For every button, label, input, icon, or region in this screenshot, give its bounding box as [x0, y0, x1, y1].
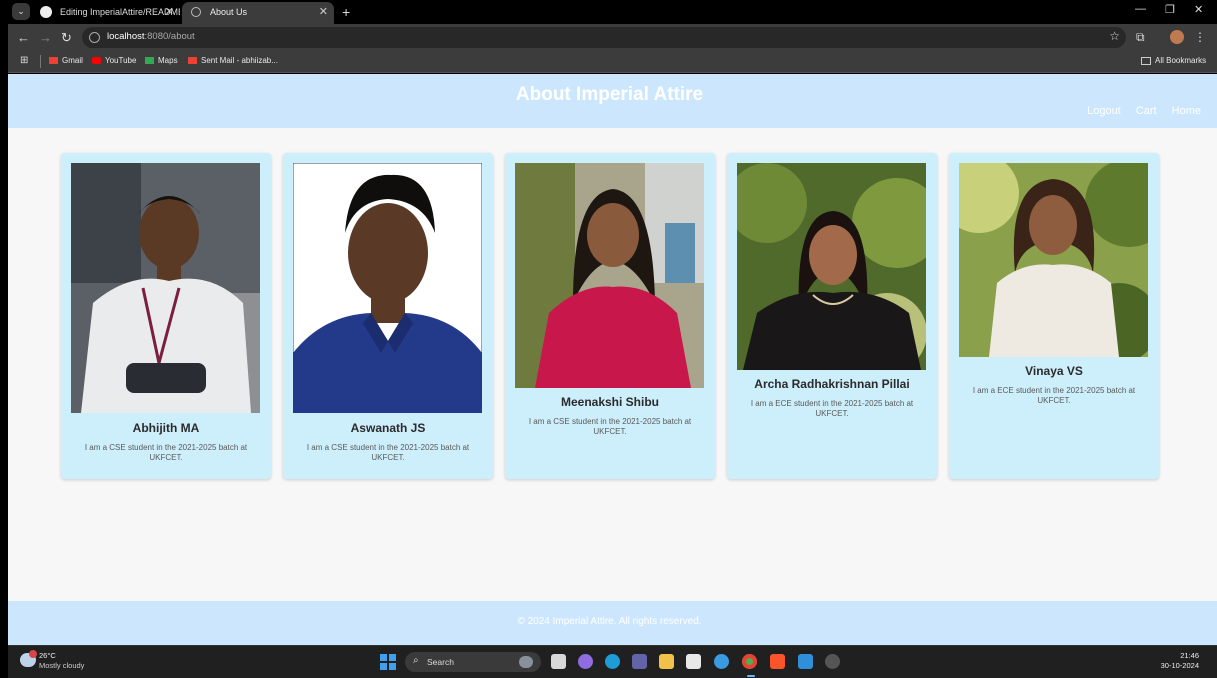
weather-desc[interactable]: Mostly cloudy [39, 661, 84, 670]
forward-icon[interactable]: → [39, 30, 52, 45]
team-card: Abhijith MA I am a CSE student in the 20… [61, 153, 271, 479]
search-icon: ⌕ [413, 655, 419, 666]
teams-icon[interactable] [632, 654, 647, 669]
team-photo [293, 163, 482, 413]
bookmark-star-icon[interactable]: ☆ [1109, 29, 1120, 43]
member-bio: I am a ECE student in the 2021-2025 batc… [750, 399, 914, 418]
member-name: Vinaya VS [1025, 364, 1083, 378]
store-icon[interactable] [686, 654, 701, 669]
clock-date[interactable]: 30-10-2024 [1161, 661, 1199, 670]
copilot-icon[interactable] [578, 654, 593, 669]
chrome-icon[interactable] [742, 654, 757, 669]
notification-badge [29, 650, 37, 658]
address-bar[interactable]: localhost:8080/about ☆ [82, 27, 1126, 48]
team-card: Aswanath JS I am a CSE student in the 20… [283, 153, 493, 479]
member-bio: I am a CSE student in the 2021-2025 batc… [528, 417, 692, 436]
footer-copyright: © 2024 Imperial Attire. All rights reser… [517, 616, 702, 627]
nav-logout[interactable]: Logout [1087, 105, 1121, 117]
settings-icon[interactable] [825, 654, 840, 669]
extensions-icon[interactable]: ⧉ [1136, 30, 1145, 45]
member-bio: I am a CSE student in the 2021-2025 batc… [306, 443, 470, 462]
team-card: Archa Radhakrishnan Pillai I am a ECE st… [727, 153, 937, 479]
member-name: Aswanath JS [350, 421, 426, 435]
tab-strip: ⌄ Editing ImperialAttire/README ✕ About … [8, 0, 1217, 24]
gmail-icon [49, 57, 58, 65]
window-close-icon[interactable]: ✕ [1194, 3, 1203, 16]
maps-icon [145, 57, 154, 65]
tab-title: Editing ImperialAttire/README [60, 7, 180, 17]
web-page: About Imperial Attire Logout Cart Home A… [8, 74, 1217, 645]
back-icon[interactable]: ← [17, 30, 30, 45]
bookmark-gmail[interactable]: Gmail [49, 56, 83, 65]
member-name: Meenakshi Shibu [560, 395, 660, 409]
tab-title: About Us [210, 7, 248, 17]
site-footer: © 2024 Imperial Attire. All rights reser… [8, 601, 1217, 645]
nav-home[interactable]: Home [1172, 105, 1201, 117]
folder-icon [1141, 56, 1151, 65]
browser-app-icon[interactable] [714, 654, 729, 669]
new-tab-icon[interactable]: + [342, 2, 350, 22]
avatar[interactable] [1170, 30, 1184, 44]
team-photo [959, 163, 1148, 357]
clock-time[interactable]: 21:46 [1180, 651, 1199, 660]
bookmark-sent-mail[interactable]: Sent Mail - abhiizab... [188, 56, 278, 65]
minimize-icon[interactable]: — [1135, 3, 1146, 15]
taskbar-search[interactable]: ⌕ Search [405, 652, 541, 672]
site-nav: Logout Cart Home [1075, 105, 1201, 117]
bookmark-youtube[interactable]: YouTube [92, 56, 136, 65]
menu-icon[interactable]: ⋮ [1194, 30, 1206, 44]
tab-readme[interactable]: Editing ImperialAttire/README ✕ [32, 2, 180, 24]
url-text[interactable]: localhost:8080/about [107, 31, 195, 42]
page-title: About Imperial Attire [515, 84, 704, 105]
nav-cart[interactable]: Cart [1136, 105, 1157, 117]
site-info-icon[interactable] [89, 32, 100, 43]
member-name: Abhijith MA [132, 421, 200, 435]
gmail-icon [188, 57, 197, 65]
tab-search-icon[interactable]: ⌄ [12, 3, 30, 20]
team-cards: Abhijith MA I am a CSE student in the 20… [61, 153, 1161, 479]
search-label: Search [427, 657, 454, 667]
globe-icon [191, 7, 201, 17]
youtube-icon [92, 57, 101, 65]
team-photo [515, 163, 704, 388]
active-indicator [747, 675, 755, 677]
edge-icon[interactable] [605, 654, 620, 669]
brave-icon[interactable] [770, 654, 785, 669]
apps-grid-icon[interactable]: ⊞ [20, 56, 30, 66]
vscode-icon[interactable] [798, 654, 813, 669]
close-icon[interactable]: ✕ [165, 2, 174, 22]
close-icon[interactable]: ✕ [319, 2, 328, 22]
member-bio: I am a CSE student in the 2021-2025 batc… [84, 443, 248, 462]
member-name: Archa Radhakrishnan Pillai [754, 377, 910, 391]
team-photo [71, 163, 260, 413]
github-icon [40, 6, 52, 18]
tab-about-us[interactable]: About Us ✕ [182, 2, 334, 24]
team-card: Meenakshi Shibu I am a CSE student in th… [505, 153, 715, 479]
divider [40, 55, 41, 68]
bookmarks-bar: ⊞ Gmail YouTube Maps Sent Mail - abhiiza… [8, 51, 1217, 73]
reload-icon[interactable]: ↻ [61, 30, 72, 45]
team-photo [737, 163, 926, 370]
team-card: Vinaya VS I am a ECE student in the 2021… [949, 153, 1159, 479]
all-bookmarks[interactable]: All Bookmarks [1141, 56, 1206, 65]
taskbar: 26°C Mostly cloudy ⌕ Search 21:46 30-10-… [8, 645, 1217, 678]
screen: ⌄ Editing ImperialAttire/README ✕ About … [0, 0, 1217, 678]
browser-toolbar: ← → ↻ localhost:8080/about ☆ ⧉ ⋮ [8, 24, 1217, 51]
search-highlight-icon [519, 656, 533, 668]
weather-temp[interactable]: 26°C [39, 651, 56, 660]
task-view-icon[interactable] [551, 654, 566, 669]
bookmark-maps[interactable]: Maps [145, 56, 178, 65]
start-icon[interactable] [380, 654, 396, 670]
restore-icon[interactable]: ❐ [1165, 3, 1175, 16]
file-explorer-icon[interactable] [659, 654, 674, 669]
member-bio: I am a ECE student in the 2021-2025 batc… [972, 386, 1136, 405]
site-header: About Imperial Attire Logout Cart Home [8, 74, 1217, 128]
